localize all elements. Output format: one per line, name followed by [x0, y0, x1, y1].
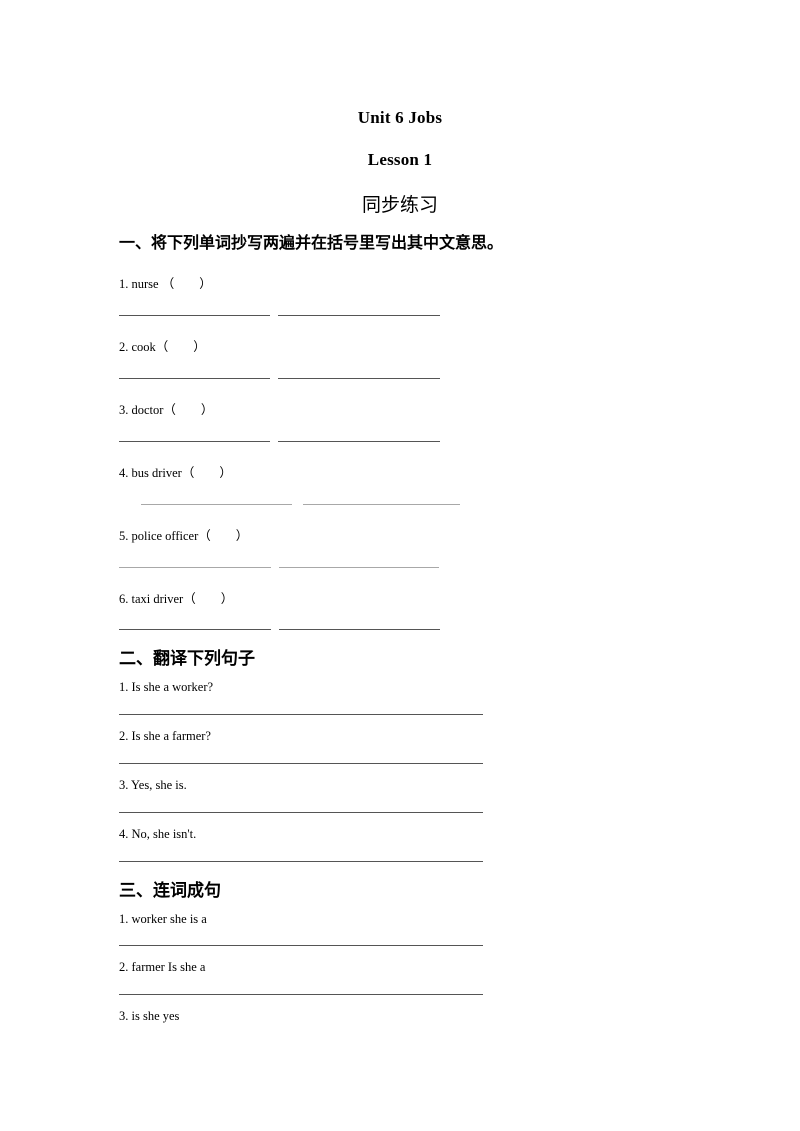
exercise-item: 1. worker she is a: [119, 912, 207, 926]
page-subtitle: 同步练习: [361, 195, 438, 216]
answer-blank-rule[interactable]: [279, 567, 439, 568]
answer-blank-rule[interactable]: [303, 504, 460, 505]
exercise-item: 2. Is she a farmer?: [119, 729, 211, 743]
answer-blank-rule[interactable]: [119, 567, 271, 568]
answer-blank-rule[interactable]: [279, 629, 440, 630]
exercise-item: 2. farmer Is she a: [119, 960, 206, 974]
exercise-item: 4. bus driver（ ）: [119, 466, 232, 480]
answer-blank-rule[interactable]: [119, 763, 483, 764]
exercise-item: 3. is she yes: [119, 1009, 180, 1023]
answer-blank-rule[interactable]: [119, 945, 483, 946]
section-heading-one: 一、将下列单词抄写两遍并在括号里写出其中文意思。: [119, 235, 504, 252]
section-heading-two: 二、翻译下列句子: [119, 649, 255, 668]
exercise-item: 4. No, she isn't.: [119, 827, 197, 841]
answer-blank-rule[interactable]: [119, 714, 483, 715]
answer-blank-rule[interactable]: [119, 861, 483, 862]
page-title-lesson: Lesson 1: [367, 150, 433, 169]
answer-blank-rule[interactable]: [119, 994, 483, 995]
answer-blank-rule[interactable]: [278, 441, 440, 442]
answer-blank-rule[interactable]: [119, 315, 270, 316]
answer-blank-rule[interactable]: [141, 504, 292, 505]
answer-blank-rule[interactable]: [278, 378, 440, 379]
exercise-item: 6. taxi driver（ ）: [119, 592, 234, 606]
answer-blank-rule[interactable]: [119, 629, 271, 630]
page-title-unit: Unit 6 Jobs: [357, 108, 443, 127]
section-heading-three: 三、连词成句: [119, 881, 221, 900]
exercise-item: 1. nurse （ ）: [119, 277, 212, 291]
exercise-item: 3. Yes, she is.: [119, 778, 187, 792]
answer-blank-rule[interactable]: [119, 812, 483, 813]
exercise-item: 2. cook（ ）: [119, 340, 206, 354]
exercise-item: 1. Is she a worker?: [119, 680, 214, 694]
answer-blank-rule[interactable]: [119, 441, 270, 442]
exercise-item: 3. doctor（ ）: [119, 403, 214, 417]
answer-blank-rule[interactable]: [278, 315, 440, 316]
worksheet-page: Unit 6 Jobs Lesson 1 同步练习 一、将下列单词抄写两遍并在括…: [0, 0, 800, 1131]
answer-blank-rule[interactable]: [119, 378, 270, 379]
exercise-item: 5. police officer（ ）: [119, 529, 249, 543]
